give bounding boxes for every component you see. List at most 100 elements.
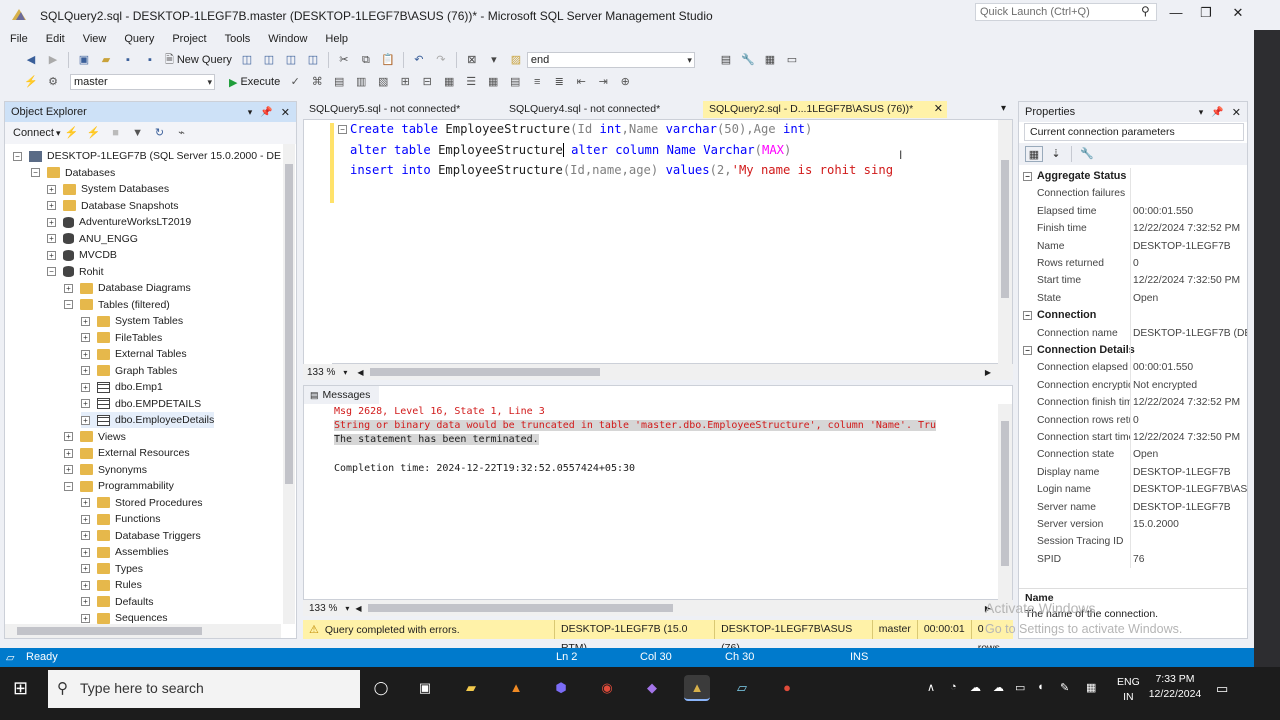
expand-icon[interactable]: + <box>81 498 90 508</box>
property-row[interactable]: Connection encryption Not encrypted <box>1019 377 1247 394</box>
code-line-3[interactable]: insert into EmployeeStructure(Id,name,ag… <box>350 163 893 177</box>
expand-icon[interactable]: + <box>81 613 90 623</box>
tree-item[interactable]: + Synonyms <box>64 462 147 478</box>
property-row[interactable]: Connection start time 12/22/2024 7:32:50 … <box>1019 429 1247 446</box>
expand-icon[interactable]: + <box>81 382 90 392</box>
properties-object-combo[interactable]: Current connection parameters <box>1024 123 1244 141</box>
ssms-taskbar-icon[interactable]: ▲ <box>684 675 710 701</box>
property-category[interactable]: − Connection <box>1019 307 1247 325</box>
new-query-button[interactable]: 🗎 New Query <box>161 51 236 70</box>
expand-icon[interactable]: + <box>47 184 56 194</box>
close-button[interactable]: ✕ <box>1228 5 1248 21</box>
results-file-icon[interactable]: ▤ <box>506 74 524 90</box>
property-row[interactable]: Connection elapsed time00:00:01.550 <box>1019 359 1247 376</box>
collapse-icon[interactable]: − <box>338 125 347 134</box>
expand-icon[interactable]: + <box>81 349 90 359</box>
property-row[interactable]: Connection name DESKTOP-1LEGF7B (DESKTOP-… <box>1019 325 1247 342</box>
undo-icon[interactable]: ↶ <box>410 52 428 68</box>
dropdown-icon[interactable]: ▾ <box>485 52 503 68</box>
tree-item[interactable]: + Views <box>64 429 126 445</box>
connect-button[interactable]: Connect <box>13 127 54 139</box>
filter-icon[interactable]: ▼ <box>129 125 147 141</box>
tree-item[interactable]: + System Databases <box>47 181 169 197</box>
tree-item[interactable]: + External Tables <box>81 346 187 362</box>
task-view-icon[interactable]: ◯ <box>368 675 394 701</box>
property-row[interactable]: Start time 12/22/2024 7:32:50 PM <box>1019 272 1247 289</box>
expand-icon[interactable]: + <box>81 415 90 425</box>
code-line-2[interactable]: alter table EmployeeStructure alter colu… <box>350 143 791 157</box>
editor-zoom[interactable]: 133 % <box>307 367 335 378</box>
comment-icon[interactable]: ≡ <box>528 74 546 90</box>
scroll-right-icon[interactable]: ▶ <box>985 368 991 377</box>
collapse-icon[interactable]: − <box>13 151 22 161</box>
stop-icon[interactable]: ■ <box>107 125 125 141</box>
panel-close-icon[interactable]: ✕ <box>1232 106 1241 119</box>
categorized-icon[interactable]: ▦ <box>1025 146 1043 162</box>
cloud-icon[interactable]: ☁ <box>970 681 981 694</box>
collapse-icon[interactable]: − <box>47 267 56 277</box>
disconnect-icon[interactable]: ⚡ <box>85 125 103 141</box>
messages-hscroll-thumb[interactable] <box>367 604 673 612</box>
debug-icon[interactable]: ✓ <box>286 74 304 90</box>
property-row[interactable]: Name DESKTOP-1LEGF7B <box>1019 238 1247 255</box>
menu-window[interactable]: Window <box>259 32 316 46</box>
expand-icon[interactable]: + <box>81 316 90 326</box>
tree-item[interactable]: + dbo.EMPDETAILS <box>81 396 201 412</box>
tree-item[interactable]: + ANU_ENGG <box>47 231 138 247</box>
collapse-icon[interactable]: − <box>64 300 73 310</box>
property-row[interactable]: Session Tracing ID <box>1019 533 1247 550</box>
tree-item[interactable]: + Rules <box>81 577 142 593</box>
taskbar-search-box[interactable]: ⚲ Type here to search <box>48 670 360 708</box>
tree-item[interactable]: + Database Snapshots <box>47 198 178 214</box>
expand-icon[interactable]: + <box>81 547 90 557</box>
pin-icon[interactable]: 📌 <box>260 107 272 118</box>
tree-item[interactable]: + Functions <box>81 511 161 527</box>
alphabetical-icon[interactable]: ⇣ <box>1047 146 1065 162</box>
open-file-icon[interactable]: ▰ <box>97 52 115 68</box>
expand-icon[interactable]: + <box>81 366 90 376</box>
estimated-plan-icon[interactable]: ▤ <box>330 74 348 90</box>
expand-icon[interactable]: + <box>64 432 73 442</box>
property-pages-icon[interactable]: 🔧 <box>1078 146 1096 162</box>
property-row[interactable]: Connection finish time 12/22/2024 7:32:52… <box>1019 394 1247 411</box>
tree-item[interactable]: − Programmability <box>64 478 174 494</box>
activity-icon[interactable]: ⌁ <box>173 125 191 141</box>
intellisense-icon[interactable]: ▧ <box>374 74 392 90</box>
property-row[interactable]: Rows returned 0 <box>1019 255 1247 272</box>
pin-icon[interactable]: 📌 <box>1211 107 1223 118</box>
property-row[interactable]: Login name DESKTOP-1LEGF7B\ASUS <box>1019 481 1247 498</box>
analysis-query-icon[interactable]: ◫ <box>260 52 278 68</box>
tree-item[interactable]: + Sequences <box>81 610 168 624</box>
tree-item[interactable]: + Database Diagrams <box>64 280 191 296</box>
expand-icon[interactable]: + <box>81 580 90 590</box>
tree-item[interactable]: + Defaults <box>81 594 154 610</box>
outdent-icon[interactable]: ⇥ <box>594 74 612 90</box>
expand-icon[interactable]: + <box>81 597 90 607</box>
property-row[interactable]: State Open <box>1019 290 1247 307</box>
collapse-icon[interactable]: − <box>1023 345 1032 355</box>
visual-studio-icon[interactable]: ◆ <box>639 675 665 701</box>
live-stats-icon[interactable]: ⊟ <box>418 74 436 90</box>
property-row[interactable]: Finish time 12/22/2024 7:32:52 PM <box>1019 220 1247 237</box>
notifications-icon[interactable]: ▭ <box>1216 681 1228 697</box>
collapse-icon[interactable]: − <box>64 481 73 491</box>
parse-icon[interactable]: ⌘ <box>308 74 326 90</box>
menu-file[interactable]: File <box>1 32 37 46</box>
tab-sqlquery4[interactable]: SQLQuery4.sql - not connected* <box>503 101 666 118</box>
zoom-dropdown-icon[interactable]: ▾ <box>343 368 347 377</box>
back-icon[interactable]: ◀ <box>22 52 40 68</box>
tree-item[interactable]: + External Resources <box>64 445 190 461</box>
grid-divider[interactable] <box>1130 168 1131 569</box>
expand-icon[interactable]: + <box>47 217 56 227</box>
expand-icon[interactable]: + <box>64 465 73 475</box>
expand-icon[interactable]: + <box>81 333 90 343</box>
copy-icon[interactable]: ⧉ <box>357 52 375 68</box>
execute-button[interactable]: ▶ Execute <box>225 76 284 89</box>
collapse-icon[interactable]: − <box>1023 310 1032 320</box>
zoom-dropdown-icon[interactable]: ▾ <box>345 604 349 613</box>
property-row[interactable]: SPID 76 <box>1019 551 1247 568</box>
clock[interactable]: 7:33 PM 12/22/2024 <box>1146 672 1204 702</box>
collapse-icon[interactable]: − <box>31 168 40 178</box>
panel-close-icon[interactable]: ✕ <box>281 106 290 119</box>
recorder-icon[interactable]: ● <box>774 675 800 701</box>
